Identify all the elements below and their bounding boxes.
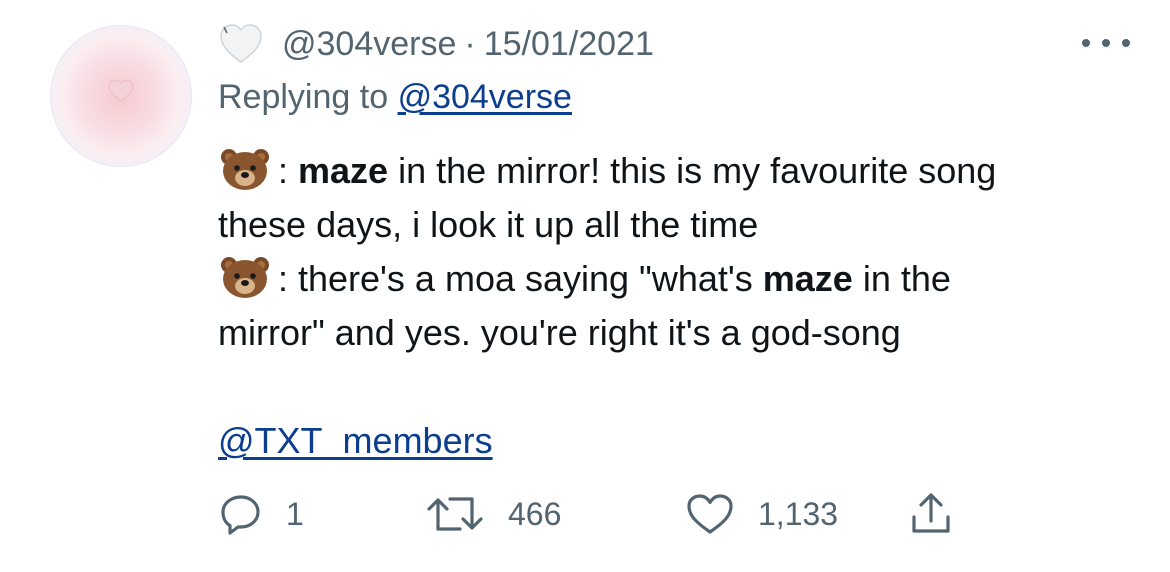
tweet-line: : there's a moa saying "what's maze in t… (218, 252, 1138, 306)
like-button[interactable]: 1,133 (684, 486, 838, 542)
line-1-bold: maze (298, 150, 389, 191)
action-bar: 1 466 1,133 (218, 486, 1018, 542)
retweet-icon (427, 497, 483, 531)
line-3-bold: maze (762, 258, 853, 299)
like-count: 1,133 (758, 495, 839, 532)
line-1-post: in the mirror! this is my favourite song (388, 150, 997, 191)
more-dot (1082, 39, 1090, 47)
replying-to: Replying to @304verse (218, 78, 572, 117)
mention-link[interactable]: @TXT_members (218, 420, 493, 461)
author-handle[interactable]: @304verse (282, 25, 456, 64)
tweet-text: : maze in the mirror! this is my favouri… (218, 144, 1138, 360)
tweet-line: mirror" and yes. you're right it's a god… (218, 312, 901, 353)
separator: · (464, 24, 476, 63)
more-button[interactable] (1082, 28, 1130, 58)
reply-count: 1 (286, 495, 304, 532)
reply-button[interactable]: 1 (218, 486, 304, 542)
replying-handle-link[interactable]: @304verse (398, 78, 572, 116)
more-dot (1122, 39, 1130, 47)
share-icon (912, 493, 950, 533)
heart-icon (108, 79, 134, 102)
reply-icon (221, 495, 260, 535)
mention: @TXT_members (218, 414, 493, 468)
share-button[interactable] (908, 486, 954, 542)
line-3-post: in the (852, 258, 951, 299)
tweet-line: these days, i look it up all the time (218, 204, 759, 245)
replying-prefix: Replying to (218, 78, 389, 116)
white-heart-icon (220, 24, 262, 63)
heart-icon (687, 494, 733, 534)
tweet-date[interactable]: 15/01/2021 (484, 25, 654, 64)
avatar[interactable] (50, 25, 192, 167)
bear-face-emoji (221, 149, 269, 190)
line-3-pre: : there's a moa saying "what's (278, 258, 763, 299)
retweet-count: 466 (508, 495, 562, 532)
more-dot (1102, 39, 1110, 47)
retweet-button[interactable]: 466 (424, 486, 561, 542)
line-1-pre: : (278, 150, 299, 191)
bear-face-emoji (221, 257, 269, 298)
tweet-header: @304verse · 15/01/2021 (218, 18, 1130, 70)
tweet-line: : maze in the mirror! this is my favouri… (218, 144, 1138, 198)
